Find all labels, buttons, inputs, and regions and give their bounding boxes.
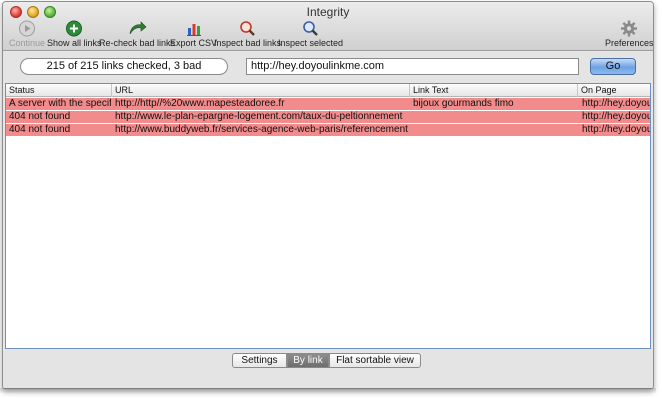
recheck-bad-links-button[interactable]: Re-check bad links xyxy=(99,20,175,48)
link-text-cell xyxy=(410,124,575,136)
unified-toolbar: Integrity Continue Show all links Re-che… xyxy=(3,2,653,51)
export-csv-button[interactable]: Export CSV xyxy=(170,20,217,48)
window-title: Integrity xyxy=(306,5,350,19)
tab-by-link[interactable]: By link xyxy=(287,353,329,368)
tab-settings[interactable]: Settings xyxy=(232,353,287,368)
url-cell: http://www.le-plan-epargne-logement.com/… xyxy=(115,111,403,122)
on-page-cell: http://hey.doyoulinkme.com xyxy=(582,111,651,122)
show-all-links-button[interactable]: Show all links xyxy=(47,20,102,48)
status-cell: 404 not found xyxy=(9,124,71,135)
column-header-status[interactable]: Status xyxy=(6,84,112,97)
url-cell: http://http//%20www.mapesteadoree.fr xyxy=(115,98,285,109)
tab-flat-sortable-view[interactable]: Flat sortable view xyxy=(329,353,421,368)
status-cell: A server with the specif xyxy=(9,98,111,109)
inspect-bad-links-button[interactable]: Inspect bad links xyxy=(214,20,281,48)
column-header-link-text[interactable]: Link Text xyxy=(410,84,578,97)
continue-button[interactable]: Continue xyxy=(9,20,45,48)
view-switcher-bar: Settings By link Flat sortable view xyxy=(3,350,653,388)
magnifier-red-icon xyxy=(239,21,255,36)
play-icon xyxy=(19,20,36,37)
magnifier-blue-icon xyxy=(302,21,318,36)
url-cell: http://www.buddyweb.fr/services-agence-w… xyxy=(115,124,408,135)
table-header: Status URL Link Text On Page xyxy=(6,84,650,97)
url-input[interactable]: http://hey.doyoulinkme.com xyxy=(246,58,579,75)
add-circle-icon xyxy=(66,20,83,37)
table-row[interactable]: A server with the specif http://http//%2… xyxy=(6,98,650,111)
window-shadow xyxy=(0,388,656,394)
status-cell: 404 not found xyxy=(9,111,71,122)
table-row[interactable]: 404 not found http://www.le-plan-epargne… xyxy=(6,111,650,124)
table-row[interactable]: 404 not found http://www.buddyweb.fr/ser… xyxy=(6,124,650,137)
recheck-arrow-icon xyxy=(129,21,147,35)
check-summary-badge: 215 of 215 links checked, 3 bad xyxy=(20,58,228,75)
bar-chart-icon xyxy=(186,24,201,36)
go-button[interactable]: Go xyxy=(590,58,636,75)
on-page-cell: http://hey.doyoulinkme.com xyxy=(582,98,651,109)
app-window: Integrity Continue Show all links Re-che… xyxy=(2,1,654,389)
results-table[interactable]: Status URL Link Text On Page A server wi… xyxy=(5,83,651,349)
preferences-button[interactable]: Preferences xyxy=(605,20,653,48)
column-header-url[interactable]: URL xyxy=(112,84,410,97)
link-text-cell xyxy=(410,111,575,123)
link-text-cell: bijoux gourmands fimo xyxy=(413,98,514,109)
on-page-cell: http://hey.doyoulinkme.com xyxy=(582,124,651,135)
inspect-selected-button[interactable]: Inspect selected xyxy=(278,20,343,48)
gear-icon xyxy=(621,20,638,37)
column-header-on-page[interactable]: On Page xyxy=(578,84,650,97)
address-bar: 215 of 215 links checked, 3 bad http://h… xyxy=(3,52,653,83)
